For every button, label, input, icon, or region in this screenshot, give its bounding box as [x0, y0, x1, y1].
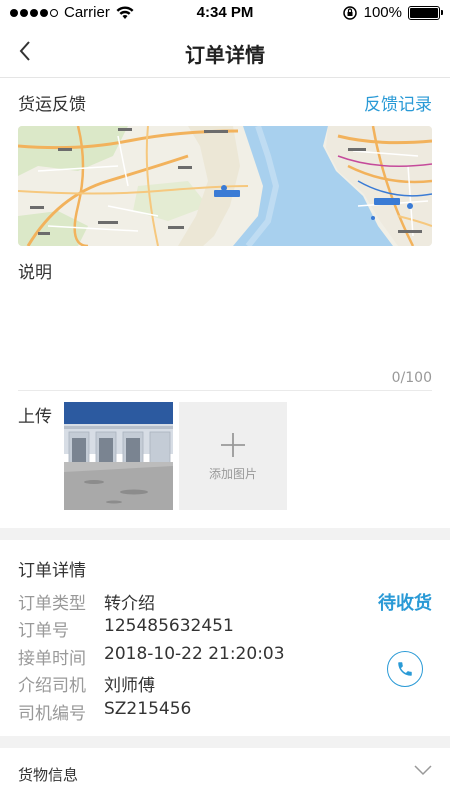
section-divider: [0, 528, 450, 540]
feedback-title: 货运反馈: [18, 95, 86, 115]
feedback-header: 货运反馈 反馈记录: [18, 88, 432, 116]
status-bar: Carrier 4:34 PM 100%: [0, 0, 450, 26]
rotation-lock-icon: [342, 5, 357, 20]
goods-info-row[interactable]: 货物信息: [0, 748, 450, 800]
driver-id-value: SZ215456: [104, 699, 192, 719]
description-char-count: 0/100: [391, 370, 432, 386]
call-driver-button[interactable]: [387, 651, 423, 687]
description-input[interactable]: [18, 286, 432, 390]
driver-id-key: 司机编号: [18, 704, 86, 724]
order-status-badge: 待收货: [378, 593, 432, 614]
accept-time-value: 2018-10-22 21:20:03: [104, 644, 285, 664]
status-right: 100%: [342, 4, 443, 21]
order-type-key: 订单类型: [18, 594, 86, 614]
goods-info-label: 货物信息: [18, 766, 79, 784]
map-view[interactable]: [18, 126, 432, 246]
phone-icon: [398, 662, 412, 676]
plus-icon: [221, 432, 245, 457]
battery-icon: [408, 5, 443, 20]
page-title: 订单详情: [185, 43, 265, 67]
chevron-down-icon: [414, 765, 432, 776]
warehouse-photo: [64, 402, 173, 510]
order-type-value: 转介绍: [104, 594, 155, 614]
add-photo-label: 添加图片: [208, 466, 257, 481]
order-detail-title: 订单详情: [18, 561, 86, 581]
add-photo-button[interactable]: 添加图片: [179, 402, 287, 510]
upload-label: 上传: [18, 407, 52, 427]
order-number-key: 订单号: [18, 621, 69, 641]
uploaded-photo-thumbnail[interactable]: [64, 402, 173, 510]
referrer-driver-key: 介绍司机: [18, 676, 86, 696]
section-divider-2: [0, 736, 450, 748]
map-image: [18, 126, 432, 246]
description-label: 说明: [18, 263, 52, 283]
order-number-value: 125485632451: [104, 616, 234, 636]
referrer-driver-value: 刘师傅: [104, 676, 155, 696]
battery-percent: 100%: [363, 4, 402, 21]
nav-bar: 订单详情: [0, 26, 450, 78]
divider: [18, 390, 432, 391]
accept-time-key: 接单时间: [18, 649, 86, 669]
feedback-record-link[interactable]: 反馈记录: [364, 90, 432, 115]
